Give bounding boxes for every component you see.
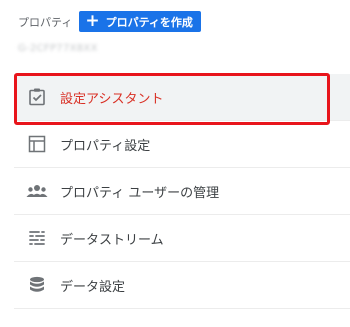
property-id: G-2CFP77X8XX [18, 43, 98, 54]
plus-icon: + [85, 11, 100, 31]
property-nav: 設定アシスタント プロパティ設定 プロパティ ユーザーの管理 データストリーム … [14, 73, 350, 309]
nav-item-label: プロパティ設定 [60, 138, 151, 154]
people-icon [26, 180, 48, 202]
nav-item-setup-assistant[interactable]: 設定アシスタント [14, 73, 350, 125]
nav-item-property-settings[interactable]: プロパティ設定 [14, 121, 350, 168]
nav-item-label: プロパティ ユーザーの管理 [60, 185, 220, 201]
nav-item-data-settings[interactable]: データ設定 [14, 262, 350, 309]
property-label: プロパティ [18, 15, 73, 29]
nav-item-label: 設定アシスタント [60, 91, 164, 107]
layout-icon [26, 133, 48, 155]
property-header: プロパティ + プロパティを作成 [18, 11, 201, 32]
nav-item-label: データストリーム [60, 232, 164, 248]
nav-item-data-streams[interactable]: データストリーム [14, 215, 350, 262]
create-property-button[interactable]: + プロパティを作成 [79, 11, 201, 32]
nav-item-user-management[interactable]: プロパティ ユーザーの管理 [14, 168, 350, 215]
database-icon [26, 274, 48, 296]
checklist-icon [26, 86, 48, 108]
create-property-label: プロパティを作成 [105, 15, 193, 29]
stream-icon [26, 227, 48, 249]
nav-item-label: データ設定 [60, 279, 126, 295]
